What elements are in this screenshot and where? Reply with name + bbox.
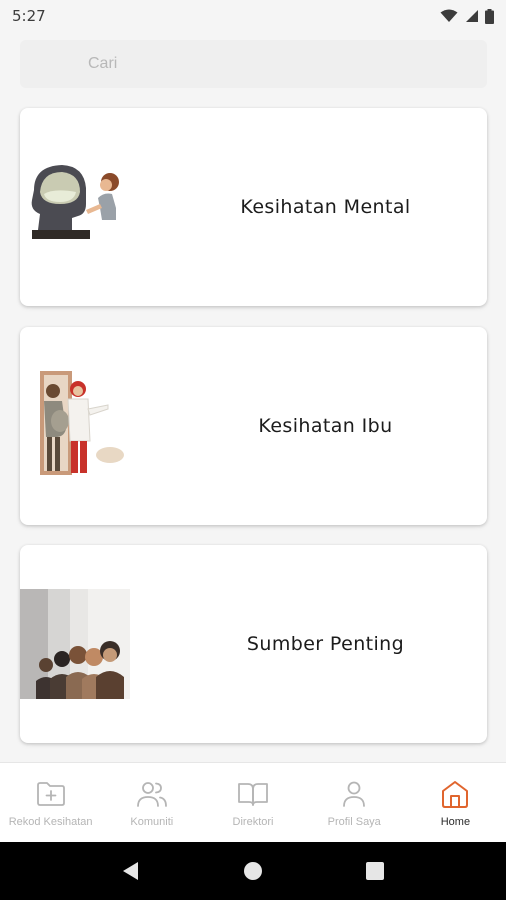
status-time: 5:27 xyxy=(12,7,46,25)
wifi-icon xyxy=(440,9,458,22)
card-label: Kesihatan Mental xyxy=(240,196,411,218)
system-navigation-bar xyxy=(0,842,506,900)
home-circle-icon[interactable] xyxy=(243,861,263,881)
important-resources-illustration xyxy=(20,589,130,699)
nav-item-home[interactable]: Home xyxy=(405,763,506,842)
nav-label: Komuniti xyxy=(130,815,174,828)
nav-label: Direktori xyxy=(232,815,274,828)
nav-item-direktori[interactable]: Direktori xyxy=(202,763,303,842)
status-bar: 5:27 xyxy=(0,0,506,32)
search-input[interactable] xyxy=(88,55,487,73)
nav-item-profil-saya[interactable]: Profil Saya xyxy=(304,763,405,842)
user-icon xyxy=(338,778,370,810)
mental-health-illustration xyxy=(31,165,119,239)
nav-item-komuniti[interactable]: Komuniti xyxy=(101,763,202,842)
card-label: Sumber Penting xyxy=(246,633,405,655)
nav-item-rekod-kesihatan[interactable]: Rekod Kesihatan xyxy=(0,763,101,842)
book-icon xyxy=(237,778,269,810)
card-kesihatan-ibu[interactable]: Kesihatan Ibu xyxy=(20,327,487,525)
recents-icon[interactable] xyxy=(366,862,385,880)
signal-icon xyxy=(466,10,478,22)
nav-label: Home xyxy=(440,815,471,828)
bottom-navigation: Rekod Kesihatan Komuniti Direktori Profi… xyxy=(0,762,506,842)
folder-plus-icon xyxy=(35,778,67,810)
maternal-health-illustration xyxy=(40,371,124,475)
nav-label: Profil Saya xyxy=(327,815,381,828)
users-icon xyxy=(136,778,168,810)
status-icons xyxy=(440,8,494,24)
card-sumber-penting[interactable]: Sumber Penting xyxy=(20,545,487,743)
nav-label: Rekod Kesihatan xyxy=(8,815,93,828)
search-box[interactable] xyxy=(20,40,487,88)
card-kesihatan-mental[interactable]: Kesihatan Mental xyxy=(20,108,487,306)
battery-icon xyxy=(485,8,494,24)
card-label: Kesihatan Ibu xyxy=(258,415,393,437)
home-icon xyxy=(439,778,471,810)
back-icon[interactable] xyxy=(122,861,140,881)
